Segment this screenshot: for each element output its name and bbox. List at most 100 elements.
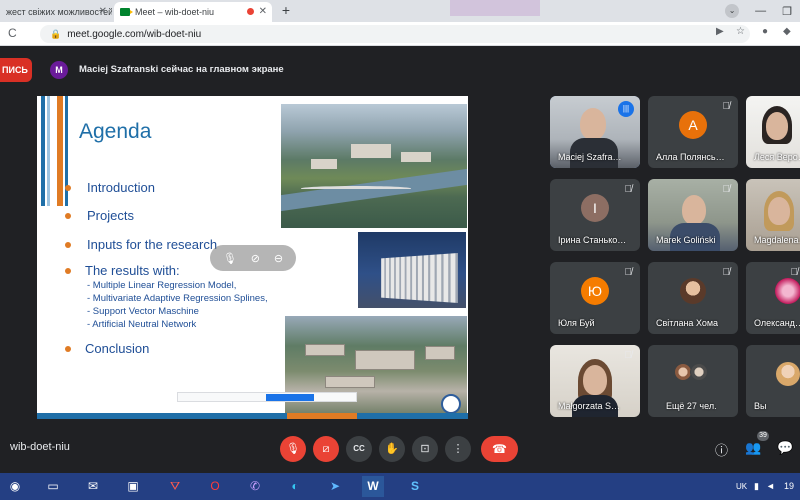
bullet-dot [65,242,71,248]
save-app-icon[interactable]: ▣ [122,476,144,497]
bullet-dot [65,268,71,274]
more-options-icon[interactable]: ⊖ [274,252,283,265]
people-icon[interactable]: 👥 [745,440,761,456]
maximize-icon[interactable]: ❐ [782,5,792,18]
mic-off-icon: 🎙̸ [722,184,731,195]
browser-tab-strip: жест свіжих можливостей ✕ Meet – wib-doe… [0,0,800,22]
profile-icon[interactable]: ◆ [783,26,791,37]
mic-off-icon: 🎙̸ [790,267,799,278]
network-icon[interactable]: ▮ [754,481,759,492]
bullet-text: Introduction [87,180,155,195]
bullet-text: The results with: [85,263,180,278]
captions-button[interactable]: CC [346,436,372,462]
tab-title: Meet – wib-doet-niu [135,7,215,17]
bookmark-star-icon[interactable]: ☆ [736,26,745,37]
participant-tile[interactable]: ||| Maciej Szafra… [550,96,640,168]
university-seal-icon [441,394,461,414]
close-icon[interactable]: ✕ [259,6,267,17]
bullet-dot [65,213,71,219]
avatar [690,363,708,381]
avatar: Ю [581,276,609,305]
unpin-icon[interactable]: ⊘ [251,252,260,265]
browser-tab-meet[interactable]: Meet – wib-doet-niu ✕ [114,2,272,22]
acrobat-icon[interactable]: ⛛ [164,476,186,497]
presenting-status-text: Maciej Szafranski сейчас на главном экра… [79,64,284,75]
tab-search-icon[interactable]: ⌄ [725,4,740,18]
mic-off-icon: 🎙 [286,443,300,455]
skype-icon[interactable]: S [404,476,426,497]
slide-sub-item: - Support Vector Maschine [87,306,199,317]
modern-building-photo [358,232,466,308]
avatar [776,361,800,386]
mic-off-icon: 🎙̸ [722,101,731,112]
decorative-band [450,0,540,16]
bullet-dot [65,185,71,191]
participant-name: Ірина Станько… [558,235,627,245]
camera-toggle-button[interactable]: ⧄ [313,436,339,462]
more-vert-icon: ⋮ [452,443,464,455]
new-tab-button[interactable]: + [278,3,294,19]
chat-icon[interactable]: 💬 [777,440,793,456]
participant-tile[interactable]: Ю 🎙̸ Юля Буй [550,262,640,334]
volume-icon[interactable]: ◄ [766,481,775,491]
mic-off-icon: 🎙̸ [624,184,633,195]
self-view-tile[interactable]: Вы [746,345,800,417]
mic-off-icon: 🎙̸ [624,350,633,361]
os-taskbar: ◉ ▭ ✉ ▣ ⛛ O ✆ ◐ ➤ W S UK ▮ ◄ 19 [0,473,800,500]
url-text: meet.google.com/wib-doet-niu [67,28,202,40]
mic-toggle-button[interactable]: 🎙 [280,436,306,462]
screen-share-notice [177,392,357,402]
camera-off-icon: ⧄ [322,443,330,455]
input-language-indicator[interactable]: UK [736,482,747,491]
participant-tile[interactable]: 🎙̸ Małgorzata S… [550,345,640,417]
address-bar: C 🔒 meet.google.com/wib-doet-niu ▶ ☆ ● ◆ [0,22,800,46]
telegram-icon[interactable]: ➤ [324,476,346,497]
more-options-button[interactable]: ⋮ [445,436,471,462]
extension-icon[interactable]: ● [762,26,768,37]
participant-name: Вы [754,401,767,411]
stop-sharing-button[interactable] [266,394,314,401]
lock-icon[interactable]: 🔒 [50,29,61,40]
participant-name: Леся Веро… [754,152,800,162]
participant-tile[interactable]: 🎙̸ Marek Goliński [648,179,738,251]
meeting-info-icon[interactable]: ⓘ [715,440,728,459]
avatar: І [581,193,609,222]
browser-tab-1[interactable]: жест свіжих можливостей ✕ [0,2,112,22]
present-button[interactable]: ⊡ [412,436,438,462]
slide-stripe [41,96,45,206]
clock[interactable]: 19 [784,481,794,491]
leave-call-button[interactable]: ☎ [481,436,518,462]
participant-tile[interactable]: 🎙̸ Світлана Хома [648,262,738,334]
opera-icon[interactable]: O [204,476,226,497]
window-controls: ⌄ — ❐ [725,0,800,22]
mic-off-icon: 🎙̸ [624,267,633,278]
bullet-dot [65,346,71,352]
edge-icon[interactable]: ◐ [284,476,306,497]
slide-sub-item: - Artificial Neutral Network [87,319,197,330]
word-icon[interactable]: W [362,476,384,497]
chrome-icon[interactable]: ◉ [4,476,26,497]
viber-icon[interactable]: ✆ [244,476,266,497]
minimize-icon[interactable]: — [755,5,766,17]
camera-in-use-icon[interactable]: ▶ [716,26,724,37]
bullet-text: Inputs for the research [87,237,218,252]
participant-tile[interactable]: Леся Веро… [746,96,800,168]
participant-name: Marek Goliński [656,235,716,245]
participant-tile[interactable]: 🎙̸ Олександ… [746,262,800,334]
participant-tile[interactable]: Magdalena… [746,179,800,251]
reload-icon[interactable]: C [8,26,17,40]
slide-stripe [57,96,63,206]
more-participants-tile[interactable]: Ещё 27 чел. [648,345,738,417]
close-icon[interactable]: ✕ [99,6,107,17]
raise-hand-button[interactable]: ✋ [379,436,405,462]
url-field[interactable]: 🔒 meet.google.com/wib-doet-niu [40,25,750,43]
mail-icon[interactable]: ✉ [82,476,104,497]
hand-icon: ✋ [385,443,399,455]
file-explorer-icon[interactable]: ▭ [42,476,64,497]
participant-tile[interactable]: А 🎙̸ Алла Полянсь… [648,96,738,168]
slide-footer-bar [37,413,468,419]
recording-badge[interactable]: ПИСЬ [0,58,32,82]
slide-sub-item: - Multivariate Adaptive Regression Splin… [87,293,268,304]
mic-off-icon[interactable]: 🎙 [223,252,237,265]
participant-tile[interactable]: І 🎙̸ Ірина Станько… [550,179,640,251]
